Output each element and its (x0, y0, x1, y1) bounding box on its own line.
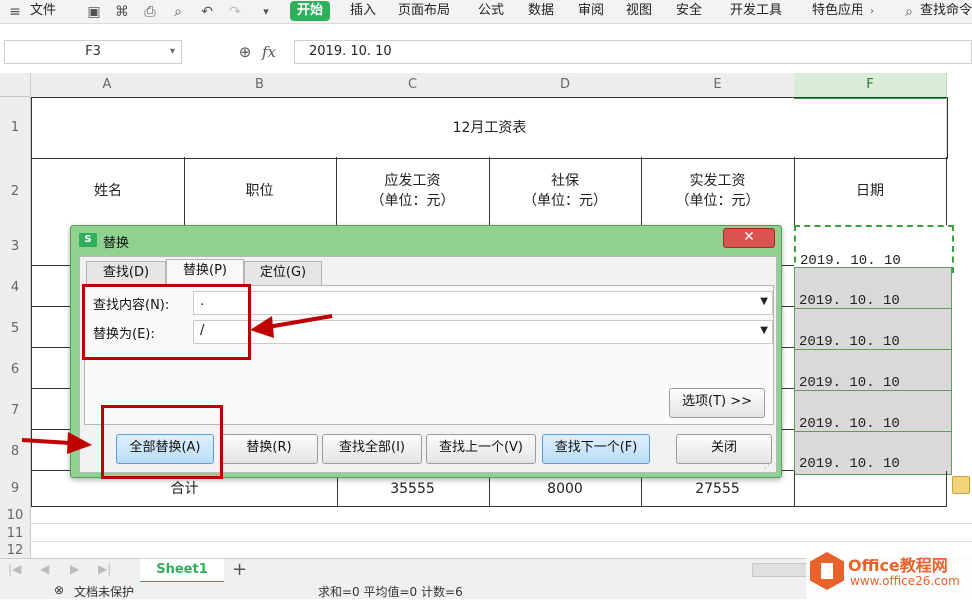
watermark-brand: Office教程网 (848, 556, 948, 575)
arrow-to-replace-all-icon (21, 432, 92, 454)
next-sheet-icon[interactable]: ▶ (70, 562, 79, 576)
protect-status[interactable]: 文档未保护 (74, 583, 134, 600)
protect-icon[interactable]: ⊗ (54, 583, 64, 597)
prev-sheet-icon[interactable]: ◀ (40, 562, 49, 576)
annotation-arrows (21, 314, 333, 454)
watermark-url: www.office26.com (850, 574, 960, 588)
first-sheet-icon[interactable]: |◀ (8, 562, 21, 576)
arrow-to-fields-icon (250, 314, 333, 338)
office-logo-inner (821, 563, 833, 579)
last-sheet-icon[interactable]: ▶| (98, 562, 111, 576)
selection-summary: 求和=0 平均值=0 计数=6 (318, 585, 463, 599)
add-sheet-icon[interactable]: + (232, 559, 247, 581)
sheet-tab-sheet1[interactable]: Sheet1 (140, 559, 224, 583)
watermark: Office教程网 www.office26.com (806, 548, 972, 599)
horizontal-scrollbar[interactable] (752, 563, 812, 577)
